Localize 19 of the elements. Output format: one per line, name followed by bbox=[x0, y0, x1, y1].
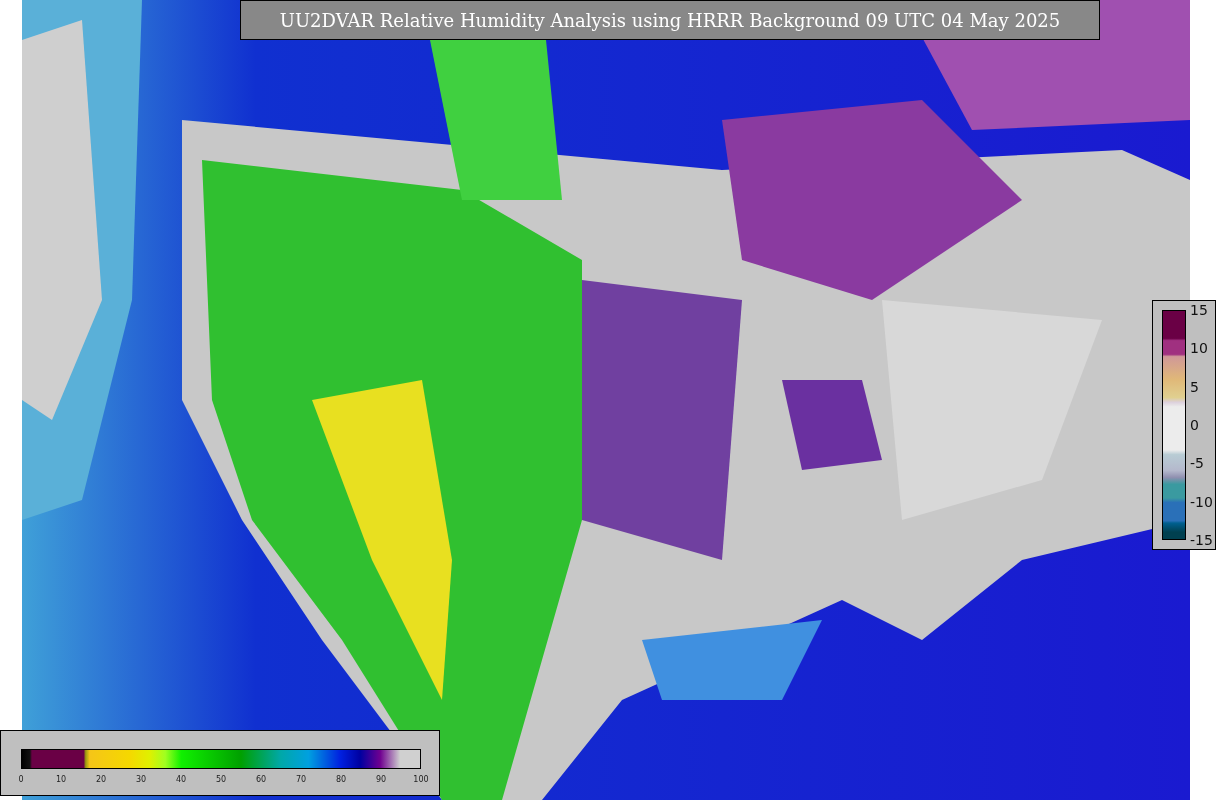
scale-label: 80 bbox=[334, 775, 348, 784]
scale-label: 70 bbox=[294, 775, 308, 784]
scale-label: 90 bbox=[374, 775, 388, 784]
scale-label: 15 bbox=[1190, 302, 1209, 318]
scale-label: 10 bbox=[54, 775, 68, 784]
scale-label: 50 bbox=[214, 775, 228, 784]
scale-label: 10 bbox=[1190, 340, 1209, 357]
scale-label: 40 bbox=[174, 775, 188, 784]
scale-label: 60 bbox=[254, 775, 268, 784]
scale-label: 0 bbox=[17, 775, 25, 784]
scale-label: 30 bbox=[134, 775, 148, 784]
scale-label: -5 bbox=[1190, 455, 1205, 472]
scale-label: 5 bbox=[1190, 378, 1200, 395]
scale-label: 0 bbox=[1190, 417, 1200, 433]
scale-label: 20 bbox=[94, 775, 108, 784]
scale-label: 100 bbox=[412, 775, 430, 784]
map-title: UU2DVAR Relative Humidity Analysis using HRRR Background 09 UTC 04 May 2025 bbox=[240, 0, 1100, 40]
scale-label: -10 bbox=[1190, 493, 1213, 510]
scale-label: -15 bbox=[1190, 531, 1213, 548]
